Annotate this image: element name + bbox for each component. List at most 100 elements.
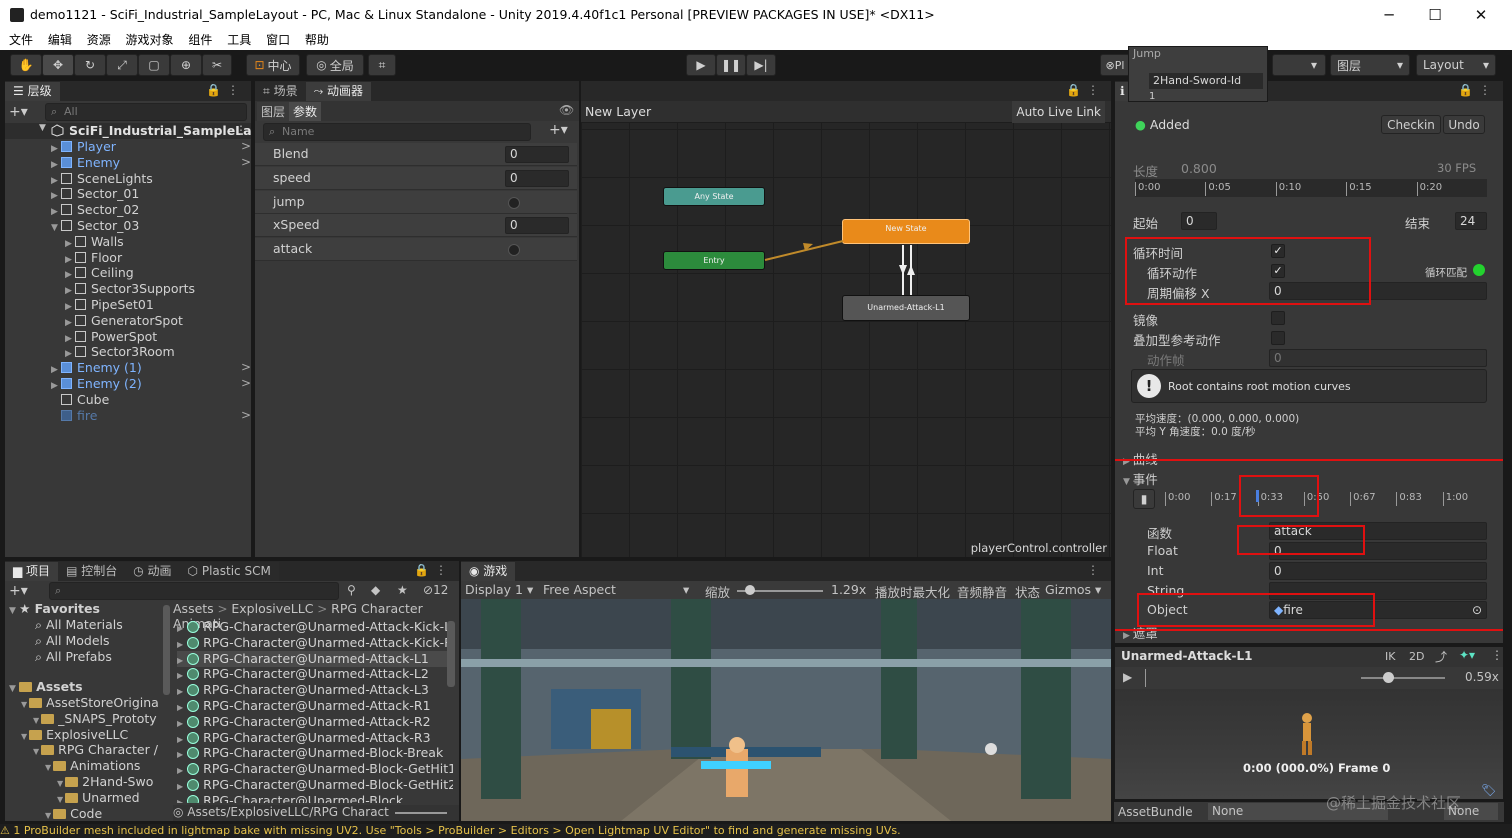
pivot-toggle[interactable]: ⊡ 中心 [246, 54, 300, 76]
asset-file-item[interactable]: ▶ RPG-Character@Unarmed-Attack-R2 [177, 714, 431, 730]
tree-scrollbar[interactable] [163, 605, 170, 695]
speed-slider-track[interactable] [1361, 677, 1445, 679]
hierarchy-item[interactable]: fire [51, 408, 97, 424]
aspect-dropdown[interactable]: Free Aspect ▾ [543, 582, 693, 597]
maximize-button[interactable]: ☐ [1420, 4, 1450, 26]
asset-file-item[interactable]: ▶ RPG-Character@Unarmed-Attack-L2 [177, 666, 429, 682]
breadcrumb-explosivellc[interactable]: ExplosiveLLC [231, 601, 313, 616]
start-input[interactable]: 0 [1181, 212, 1217, 230]
layers-dropdown[interactable]: 图层 ▾ [1330, 54, 1410, 76]
tab-project[interactable]: ▆ 项目 [5, 562, 59, 581]
gizmos-dropdown[interactable]: Gizmos ▾ [1045, 582, 1101, 597]
move-tool-icon[interactable]: ✥ [42, 54, 74, 76]
hierarchy-item[interactable]: ▶ Sector_01 [51, 186, 139, 202]
close-button[interactable]: ✕ [1466, 4, 1496, 26]
favorite-item[interactable]: ⌕ All Materials [35, 617, 123, 633]
account-dropdown[interactable]: ▾ [1272, 54, 1326, 76]
asset-file-item[interactable]: ▶ RPG-Character@Unarmed-Block-Break [177, 745, 443, 761]
tab-animator[interactable]: ⤳ 动画器 [305, 82, 372, 101]
grid-snap-icon[interactable]: ⌗ [368, 54, 396, 76]
expand-arrow-icon[interactable]: ▶ [177, 640, 183, 649]
asset-folder-item[interactable]: ▼ Unarmed [57, 790, 140, 806]
expand-arrow-icon[interactable]: ▼ [21, 732, 27, 741]
parameter-value-input[interactable]: 0 [505, 146, 569, 163]
menu-file[interactable]: 文件 [9, 30, 33, 50]
hidden-count[interactable]: ⊘12 [423, 583, 448, 597]
create-asset-button[interactable]: +▾ [9, 583, 28, 599]
parameter-name[interactable]: xSpeed [273, 217, 320, 232]
asset-file-item[interactable]: ▶ RPG-Character@Unarmed-Attack-R1 [177, 698, 431, 714]
asset-folder-item[interactable]: ▼ 2Hand-Swo [57, 774, 153, 790]
expand-arrow-icon[interactable]: ▶ [177, 703, 183, 712]
open-prefab-arrow-icon[interactable]: > [241, 360, 251, 374]
game-menu-icon[interactable]: ⋮ [1087, 563, 1105, 577]
favorite-item[interactable]: ⌕ All Models [35, 633, 110, 649]
parameter-name[interactable]: speed [273, 170, 311, 185]
additive-checkbox[interactable] [1271, 331, 1285, 345]
animator-graph[interactable]: 🔒⋮ New Layer Auto Live Link Any State En… [580, 80, 1112, 558]
menu-window[interactable]: 窗口 [266, 30, 290, 50]
asset-folder-item[interactable]: ▼ Animations [45, 758, 140, 774]
tab-game[interactable]: ◉ 游戏 [461, 562, 516, 581]
game-viewport[interactable] [461, 599, 1111, 821]
expand-arrow-icon[interactable]: ▶ [177, 624, 183, 633]
open-prefab-arrow-icon[interactable]: > [241, 155, 251, 169]
minimize-button[interactable]: ─ [1374, 4, 1404, 26]
tab-plastic-scm[interactable]: ⬡ Plastic SCM [179, 562, 279, 581]
open-prefab-arrow-icon[interactable]: > [241, 139, 251, 153]
layout-dropdown[interactable]: Layout ▾ [1416, 54, 1496, 76]
open-prefab-arrow-icon[interactable]: > [241, 376, 251, 390]
asset-file-item[interactable]: ▶ RPG-Character@Unarmed-Block [177, 793, 403, 803]
icon-size-slider[interactable] [395, 812, 447, 814]
open-prefab-arrow-icon[interactable]: > [241, 408, 251, 422]
expand-arrow-icon[interactable]: ▶ [177, 656, 183, 665]
clip-timeline[interactable]: 0:00 0:05 0:10 0:15 0:20 [1135, 179, 1487, 197]
subtab-parameters[interactable]: 参数 [289, 102, 322, 121]
parameter-name[interactable]: attack [273, 241, 312, 256]
asset-file-item[interactable]: ▶ RPG-Character@Unarmed-Block-GetHit2 [177, 777, 453, 793]
menu-component[interactable]: 组件 [188, 30, 212, 50]
hierarchy-item[interactable]: ▶ Sector3Supports [65, 281, 195, 297]
tab-animation[interactable]: ◷ 动画 [125, 562, 180, 581]
parameter-value-input[interactable]: 0 [505, 217, 569, 235]
hierarchy-item[interactable]: ▶ Ceiling [65, 265, 134, 281]
expand-arrow-icon[interactable]: ▼ [57, 779, 63, 788]
add-object-button[interactable]: +▾ [9, 104, 28, 120]
plastic-button[interactable]: ⊗ Pl [1100, 54, 1130, 76]
hierarchy-item[interactable]: ▶ PowerSpot [65, 329, 157, 345]
2d-toggle[interactable]: 2D [1409, 650, 1424, 663]
preview-menu-icon[interactable]: ⋮ [1491, 648, 1503, 662]
subtab-layers[interactable]: 图层 [257, 102, 290, 121]
inspector-lock-menu-icons[interactable]: 🔒⋮ [1458, 83, 1497, 97]
filter-label-icon[interactable]: ◆ [371, 583, 380, 597]
custom-tool-icon[interactable]: ✂ [202, 54, 232, 76]
hierarchy-item[interactable]: ▼ Sector_03 [51, 218, 139, 234]
hierarchy-item[interactable]: ▶ Enemy [51, 155, 120, 171]
scene-menu-icon[interactable]: ⋮ [235, 123, 247, 137]
step-button[interactable]: ▶| [746, 54, 776, 76]
avatar-icon[interactable]: ✦▾ [1459, 648, 1475, 662]
menu-assets[interactable]: 资源 [87, 30, 111, 50]
menu-gameobject[interactable]: 游戏对象 [126, 30, 174, 50]
undo-button[interactable]: Undo [1443, 115, 1485, 134]
status-bar[interactable]: ⚠ 1 ProBuilder mesh included in lightmap… [0, 824, 1512, 838]
parameter-row[interactable]: jump [255, 190, 577, 214]
hand-tool-icon[interactable]: ✋ [10, 54, 42, 76]
expand-arrow-icon[interactable]: ▼ [21, 700, 27, 709]
parameter-row[interactable]: attack [255, 238, 577, 262]
expand-arrow-icon[interactable]: ▶ [177, 687, 183, 696]
hierarchy-item[interactable]: ▶ Enemy (2) [51, 376, 142, 392]
files-scrollbar[interactable] [447, 621, 455, 687]
menu-tools[interactable]: 工具 [227, 30, 251, 50]
hierarchy-item[interactable]: ▶ Walls [65, 234, 124, 250]
tab-hierarchy[interactable]: ☰ 层级 [5, 82, 60, 101]
parameter-bool-toggle[interactable] [508, 196, 520, 209]
scene-row[interactable]: ▼ SciFi_Industrial_SampleLay ⋮ [5, 123, 251, 139]
hierarchy-item[interactable]: ▶ Sector3Room [65, 344, 175, 360]
parameter-name[interactable]: Blend [273, 146, 309, 161]
favorite-star-icon[interactable]: ★ [397, 583, 408, 597]
transform-tool-icon[interactable]: ⊕ [170, 54, 202, 76]
parameter-row[interactable]: xSpeed 0 [255, 214, 577, 238]
expand-arrow-icon[interactable]: ▼ [33, 747, 39, 756]
asset-folder-item[interactable]: ▼ AssetStoreOrigina [21, 695, 159, 711]
